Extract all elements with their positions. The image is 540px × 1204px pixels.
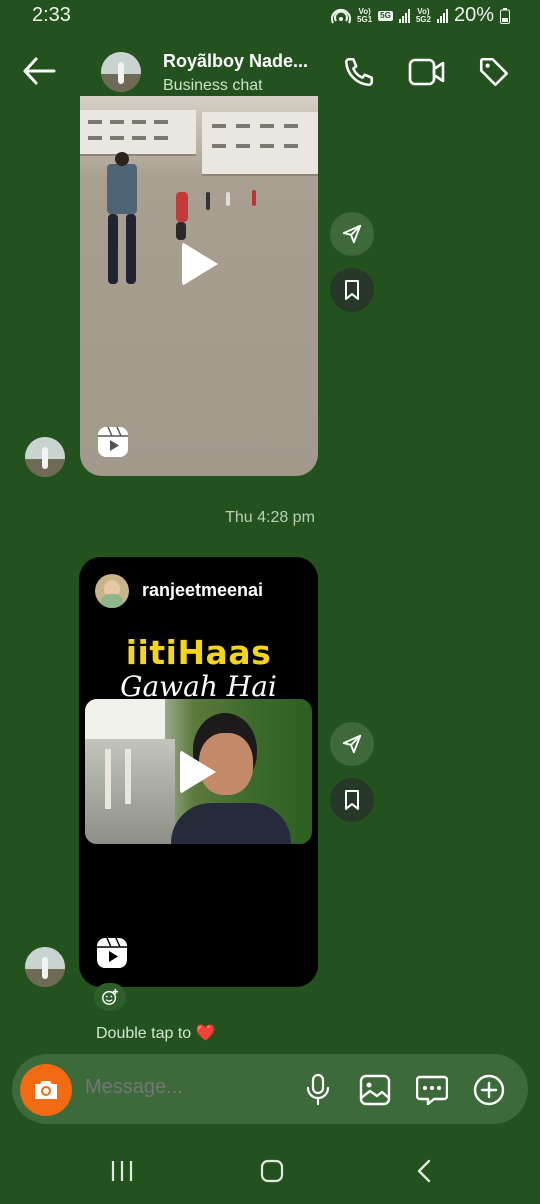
share-button[interactable] bbox=[330, 722, 374, 766]
camera-button[interactable] bbox=[20, 1064, 72, 1116]
contact-name[interactable]: Royãlboy Nade... bbox=[163, 51, 308, 72]
reel-message-1[interactable] bbox=[80, 96, 318, 476]
reel-message-2[interactable]: ranjeetmeenai iitiHaas Gawah Hai bbox=[79, 557, 318, 987]
paper-plane-icon bbox=[342, 224, 362, 244]
bookmark-icon bbox=[345, 790, 359, 810]
contact-avatar[interactable] bbox=[101, 52, 141, 92]
business-chat-label: Business chat bbox=[163, 77, 263, 94]
play-icon[interactable] bbox=[180, 750, 216, 794]
5g-badge: 5G bbox=[378, 10, 393, 21]
play-icon[interactable] bbox=[182, 242, 218, 286]
reels-icon bbox=[98, 426, 128, 457]
microphone-icon[interactable] bbox=[305, 1073, 331, 1107]
double-tap-text: Double tap to bbox=[96, 1025, 192, 1042]
sticker-message-icon[interactable] bbox=[416, 1074, 448, 1106]
network-label-1: Vo) 5G1 bbox=[357, 6, 373, 24]
save-button[interactable] bbox=[330, 268, 374, 312]
paper-plane-icon bbox=[342, 734, 362, 754]
hotspot-icon bbox=[331, 8, 352, 23]
nav-back-icon[interactable] bbox=[416, 1159, 432, 1188]
reel-author-avatar[interactable] bbox=[95, 574, 129, 608]
share-button[interactable] bbox=[330, 212, 374, 256]
tag-icon[interactable] bbox=[477, 55, 511, 89]
status-icons: Vo) 5G1 5G Vo) 5G2 20% bbox=[331, 4, 510, 27]
message-timestamp: Thu 4:28 pm bbox=[225, 509, 315, 526]
phone-icon[interactable] bbox=[342, 55, 376, 89]
bookmark-icon bbox=[345, 280, 359, 300]
home-icon[interactable] bbox=[260, 1159, 284, 1188]
heart-emoji: ❤️ bbox=[195, 1025, 216, 1042]
reels-icon bbox=[97, 937, 127, 968]
add-plus-icon[interactable] bbox=[473, 1074, 505, 1106]
recent-apps-icon[interactable] bbox=[111, 1161, 133, 1186]
back-arrow-icon[interactable] bbox=[22, 56, 56, 86]
network-label-2: Vo) 5G2 bbox=[415, 6, 431, 24]
status-time: 2:33 bbox=[32, 4, 71, 26]
message-input[interactable] bbox=[85, 1076, 285, 1099]
message-composer bbox=[12, 1054, 528, 1124]
sender-avatar[interactable] bbox=[25, 947, 65, 987]
signal-icon-1 bbox=[398, 8, 410, 23]
sender-avatar[interactable] bbox=[25, 437, 65, 477]
gallery-icon[interactable] bbox=[359, 1074, 391, 1106]
reel-title-line1: iitiHaas bbox=[125, 633, 272, 672]
video-camera-icon[interactable] bbox=[408, 56, 446, 88]
save-button[interactable] bbox=[330, 778, 374, 822]
add-reaction-button[interactable] bbox=[94, 983, 126, 1011]
reel-author-username[interactable]: ranjeetmeenai bbox=[142, 580, 263, 601]
smiley-plus-icon bbox=[102, 988, 119, 1005]
battery-icon bbox=[500, 7, 510, 24]
signal-icon-2 bbox=[436, 8, 448, 23]
camera-icon bbox=[35, 1081, 57, 1099]
android-nav-bar bbox=[0, 1140, 540, 1204]
double-tap-hint: Double tap to ❤️ bbox=[96, 1023, 216, 1043]
battery-percent: 20% bbox=[453, 4, 494, 26]
